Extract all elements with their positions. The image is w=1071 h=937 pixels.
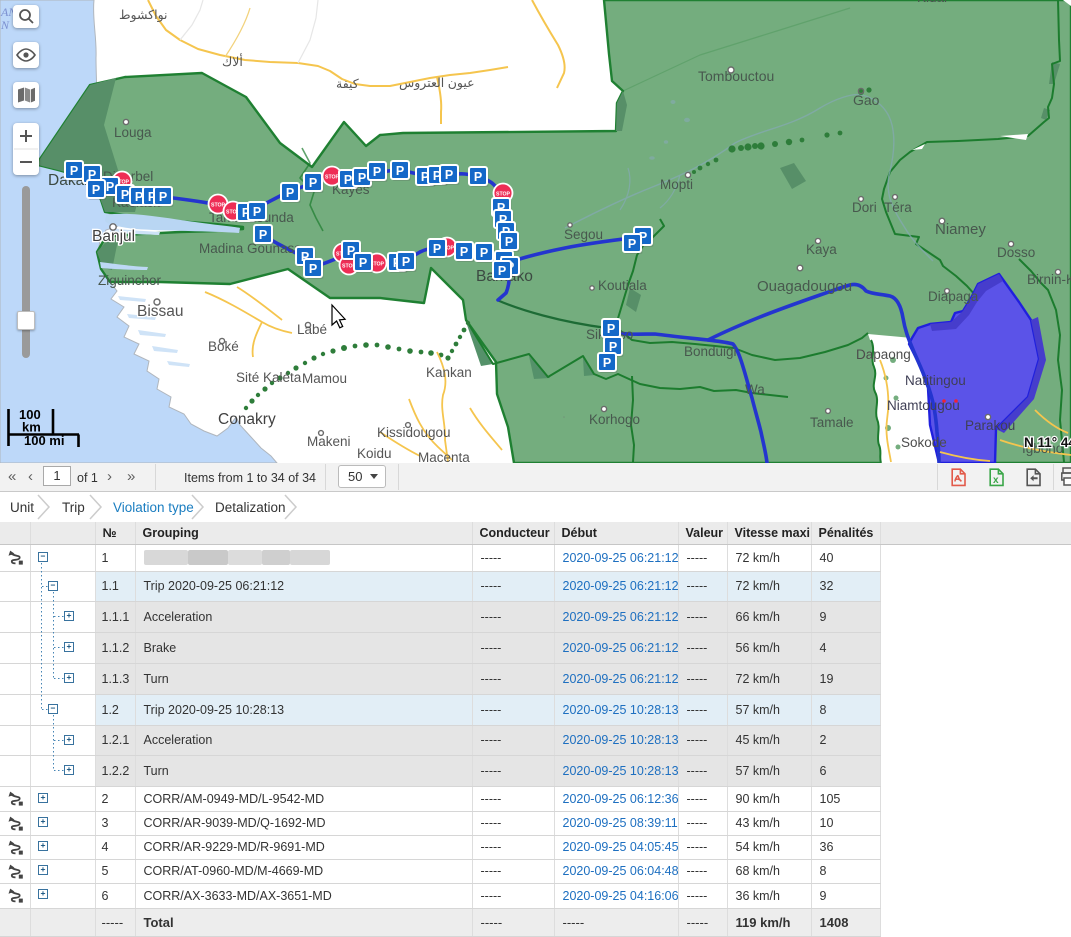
svg-text:Bissau: Bissau <box>137 303 184 320</box>
svg-text:Diapaga: Diapaga <box>928 289 979 304</box>
svg-text:100 mi: 100 mi <box>24 433 64 448</box>
svg-text:Ziguinchor: Ziguinchor <box>98 273 162 288</box>
svg-text:Labé: Labé <box>297 322 327 337</box>
svg-text:Dosso: Dosso <box>997 245 1035 260</box>
svg-text:x: x <box>993 475 999 486</box>
svg-text:Tamale: Tamale <box>810 415 854 430</box>
svg-text:Gao: Gao <box>853 92 880 108</box>
svg-text:Wa: Wa <box>745 382 765 397</box>
svg-text:Mopti: Mopti <box>660 177 693 192</box>
svg-text:Banjul: Banjul <box>92 228 135 245</box>
svg-text:Koidu: Koidu <box>357 446 392 461</box>
svg-text:Birnin-Keb: Birnin-Keb <box>1027 272 1071 287</box>
svg-text:Segou: Segou <box>564 227 603 242</box>
svg-text:Téra: Téra <box>884 200 912 215</box>
svg-text:N: N <box>0 18 10 32</box>
svg-text:Madina Gounass: Madina Gounass <box>199 241 301 256</box>
svg-text:Koutiala: Koutiala <box>598 278 647 293</box>
svg-text:Boké: Boké <box>208 339 239 354</box>
svg-text:Ouagadougou: Ouagadougou <box>757 278 852 295</box>
svg-text:Korhogo: Korhogo <box>589 412 640 427</box>
svg-text:Kaya: Kaya <box>806 242 837 257</box>
svg-text:عيون العتروس: عيون العتروس <box>399 76 475 91</box>
svg-text:ألاك: ألاك <box>222 53 243 69</box>
svg-text:Louga: Louga <box>114 125 152 140</box>
svg-text:Conakry: Conakry <box>218 411 276 428</box>
svg-text:Sokode: Sokode <box>901 435 947 450</box>
svg-text:Natitingou: Natitingou <box>905 373 966 388</box>
svg-text:Mamou: Mamou <box>302 371 347 386</box>
svg-text:Bonduigi: Bonduigi <box>684 344 737 359</box>
svg-text:Tombouctou: Tombouctou <box>698 68 774 84</box>
svg-text:Macenta: Macenta <box>418 450 470 463</box>
svg-text:كيفة: كيفة <box>336 77 360 91</box>
svg-text:Niamtougou: Niamtougou <box>887 398 960 413</box>
svg-text:Dori: Dori <box>852 200 877 215</box>
svg-text:N 11° 44: N 11° 44 <box>1024 435 1071 450</box>
svg-text:Parakou: Parakou <box>965 418 1015 433</box>
svg-text:Dapaong: Dapaong <box>856 347 911 362</box>
svg-text:Makeni: Makeni <box>307 434 351 449</box>
svg-text:Niamey: Niamey <box>935 221 986 238</box>
svg-text:نواكشوط: نواكشوط <box>119 8 168 23</box>
svg-text:Kissidougou: Kissidougou <box>377 425 451 440</box>
svg-text:Kankan: Kankan <box>426 365 472 380</box>
svg-text:Kidal: Kidal <box>917 0 947 5</box>
svg-text:Sité Kaléta: Sité Kaléta <box>236 370 302 385</box>
